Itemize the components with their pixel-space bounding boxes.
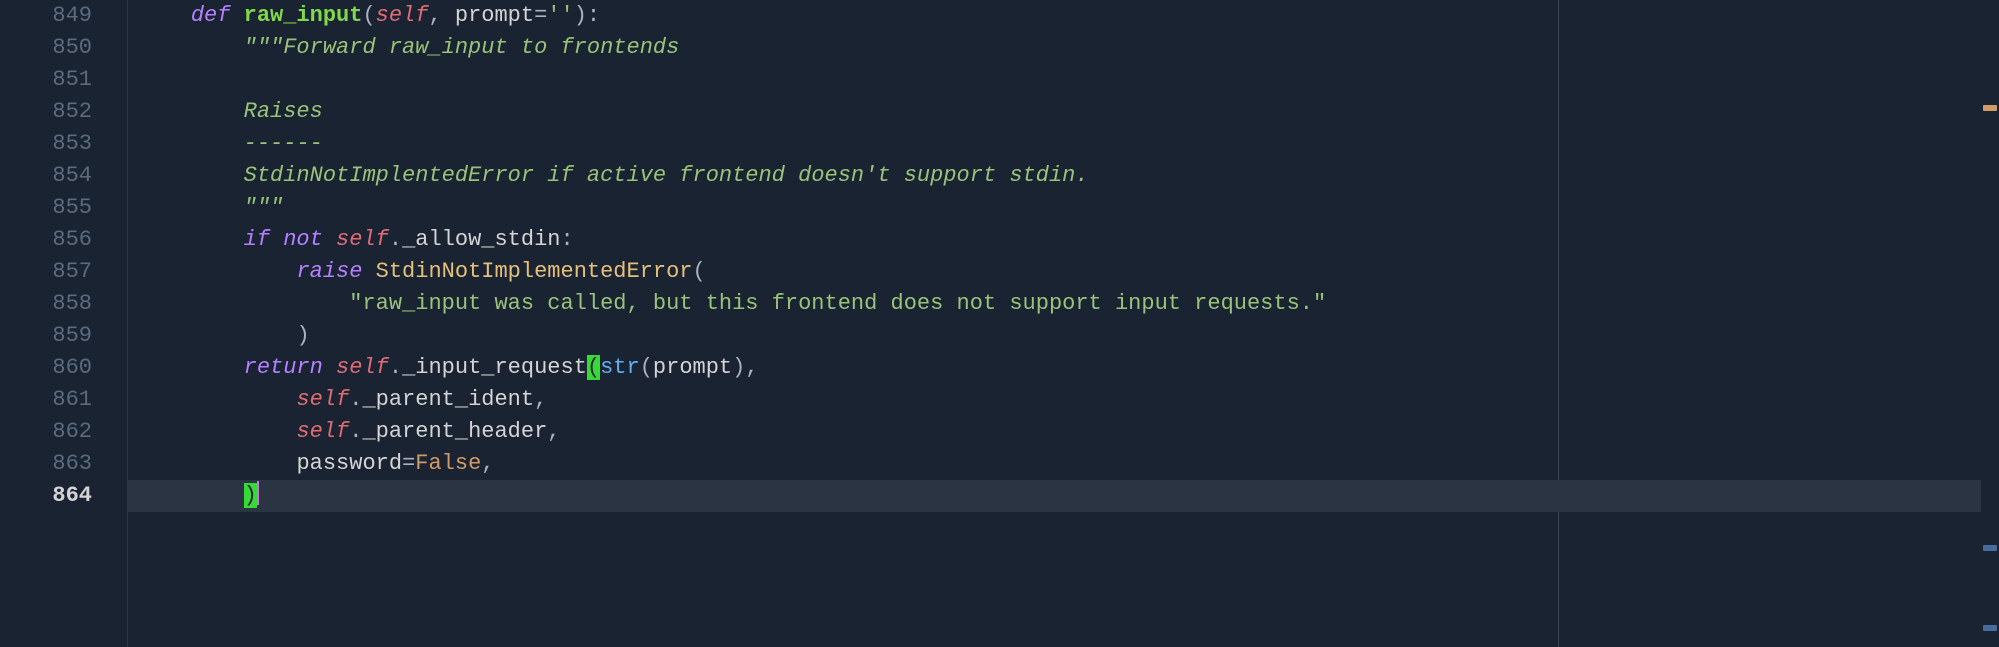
line-number-gutter: 849 850 851 852 853 854 855 856 857 858 … — [0, 0, 110, 647]
scrollbar-marker-info[interactable] — [1983, 625, 1997, 631]
code-line[interactable]: self._parent_header, — [128, 416, 1999, 448]
line-number: 860 — [0, 352, 92, 384]
line-number: 858 — [0, 288, 92, 320]
code-line[interactable]: """Forward raw_input to frontends — [128, 32, 1999, 64]
line-number: 855 — [0, 192, 92, 224]
line-number: 854 — [0, 160, 92, 192]
code-line[interactable] — [128, 64, 1999, 96]
code-line[interactable]: if not self._allow_stdin: — [128, 224, 1999, 256]
line-number: 852 — [0, 96, 92, 128]
line-number: 850 — [0, 32, 92, 64]
line-number: 856 — [0, 224, 92, 256]
code-line[interactable]: password=False, — [128, 448, 1999, 480]
code-editor[interactable]: 849 850 851 852 853 854 855 856 857 858 … — [0, 0, 1999, 647]
code-line[interactable]: self._parent_ident, — [128, 384, 1999, 416]
code-line[interactable]: ------ — [128, 128, 1999, 160]
line-number: 851 — [0, 64, 92, 96]
line-number: 853 — [0, 128, 92, 160]
code-line[interactable]: """ — [128, 192, 1999, 224]
scrollbar-marker-info[interactable] — [1983, 545, 1997, 551]
code-line[interactable]: ) — [128, 320, 1999, 352]
line-number-active: 864 — [0, 480, 92, 512]
code-line[interactable]: StdinNotImplentedError if active fronten… — [128, 160, 1999, 192]
text-cursor — [257, 481, 259, 505]
scrollbar-track[interactable] — [1981, 0, 1999, 647]
line-number: 857 — [0, 256, 92, 288]
code-area[interactable]: def raw_input(self, prompt=''): """Forwa… — [128, 0, 1999, 647]
scrollbar-marker-warning[interactable] — [1983, 105, 1997, 111]
code-line[interactable]: "raw_input was called, but this frontend… — [128, 288, 1999, 320]
line-number: 849 — [0, 0, 92, 32]
code-line[interactable]: raise StdinNotImplementedError( — [128, 256, 1999, 288]
bracket-match-highlight: ( — [587, 355, 600, 380]
code-line[interactable]: return self._input_request(str(prompt), — [128, 352, 1999, 384]
code-line[interactable]: Raises — [128, 96, 1999, 128]
line-number: 859 — [0, 320, 92, 352]
fold-margin[interactable] — [110, 0, 128, 647]
line-number: 861 — [0, 384, 92, 416]
code-line-active[interactable]: ) — [128, 480, 1999, 512]
bracket-match-highlight: ) — [244, 483, 257, 508]
line-number: 862 — [0, 416, 92, 448]
line-number: 863 — [0, 448, 92, 480]
code-line[interactable]: def raw_input(self, prompt=''): — [128, 0, 1999, 32]
